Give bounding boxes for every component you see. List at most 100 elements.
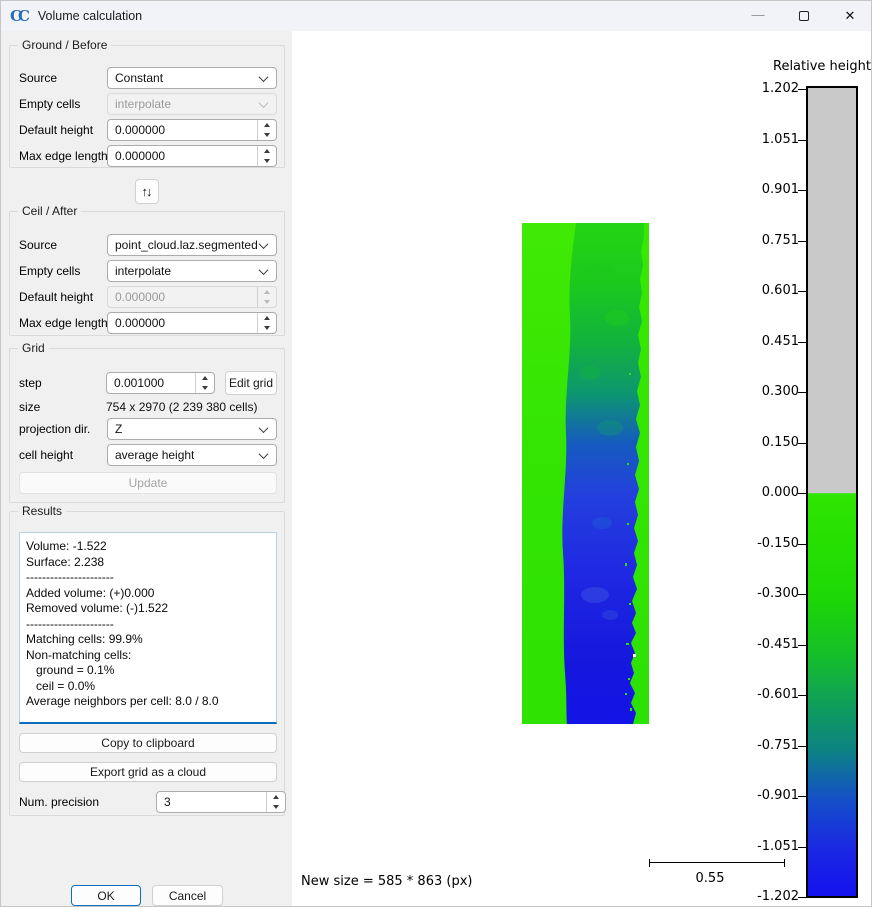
scale-bar [649,859,785,867]
edit-grid-button[interactable]: Edit grid [225,371,277,395]
colorbar-tick-label: -0.901 [729,788,799,804]
window-controls: — ✕ [735,1,872,31]
colorbar-tick-label: 1.051 [729,132,799,148]
ceil-default-height-value: 0.000000 [108,287,257,307]
chevron-down-icon [259,72,269,82]
ground-default-height-spinbox[interactable]: 0.000000 [107,119,277,141]
chevron-down-icon [259,449,269,459]
group-ground-before: Ground / Before Source Constant Empty ce… [9,45,285,168]
volume-calculation-dialog: CC Volume calculation — ✕ Ground / Befor… [0,0,872,907]
new-size-status-text: New size = 585 * 863 (px) [301,874,472,889]
colorbar-title: Relative height [773,59,871,74]
colorbar-tick-label: -1.051 [729,839,799,855]
colorbar-tick-mark [798,89,806,90]
grid-projection-select[interactable]: Z [107,418,277,440]
colorbar-gradient [806,86,858,898]
colorbar-tick-label: -0.601 [729,687,799,703]
render-viewport[interactable]: Relative height 1.2021.0510.9010.7510.60… [292,31,872,907]
grid-step-value: 0.001000 [107,373,195,393]
spin-up-icon [273,795,279,799]
grid-projection-value: Z [115,422,122,436]
spinner-buttons[interactable] [257,146,276,166]
ground-source-select[interactable]: Constant [107,67,277,89]
colorbar-tick-mark [798,897,806,898]
scale-bar-value: 0.55 [675,871,745,886]
colorbar-tick-label: 0.601 [729,283,799,299]
ceil-default-height-label: Default height [19,290,93,304]
spin-down-icon [273,805,279,809]
spinner-buttons[interactable] [257,313,276,333]
colorbar-tick-label: -0.451 [729,637,799,653]
chevron-down-icon [259,98,269,108]
colorbar-tick-label: 1.202 [729,81,799,97]
copy-to-clipboard-button[interactable]: Copy to clipboard [19,733,277,753]
spin-up-icon [202,376,208,380]
grid-cell-height-value: average height [115,448,194,462]
spin-up-icon [264,316,270,320]
group-ceil-after: Ceil / After Source point_cloud.laz.segm… [9,211,285,336]
colorbar-tick-mark [798,645,806,646]
colorbar-tick-label: 0.150 [729,435,799,451]
spinner-buttons [257,287,276,307]
results-textarea[interactable]: Volume: -1.522 Surface: 2.238 ----------… [19,532,277,724]
ceil-max-edge-spinbox[interactable]: 0.000000 [107,312,277,334]
ground-max-edge-value: 0.000000 [108,146,257,166]
ground-source-value: Constant [115,71,163,85]
swap-ground-ceil-button[interactable]: ↑↓ [135,179,159,204]
spin-down-icon [264,300,270,304]
group-results: Results Volume: -1.522 Surface: 2.238 --… [9,511,285,816]
colorbar-tick-mark [798,241,806,242]
spinner-buttons[interactable] [266,792,285,812]
colorbar-tick-mark [798,594,806,595]
grid-step-spinbox[interactable]: 0.001000 [106,372,215,394]
close-button[interactable]: ✕ [827,1,872,31]
export-grid-button[interactable]: Export grid as a cloud [19,762,277,782]
ground-default-height-value: 0.000000 [108,120,257,140]
ceil-empty-cells-label: Empty cells [19,264,80,278]
spin-down-icon [202,386,208,390]
colorbar-tick-label: 0.751 [729,233,799,249]
maximize-button[interactable] [781,1,827,31]
minimize-button[interactable]: — [735,1,781,31]
ground-empty-cells-label: Empty cells [19,97,80,111]
ceil-max-edge-label: Max edge length [19,316,108,330]
grid-projection-label: projection dir. [19,422,90,436]
num-precision-label: Num. precision [19,795,99,809]
grid-cell-height-select[interactable]: average height [107,444,277,466]
colorbar-tick-mark [798,847,806,848]
ceil-empty-cells-value: interpolate [115,264,171,278]
minimize-icon: — [752,7,765,22]
titlebar[interactable]: CC Volume calculation — ✕ [1,1,872,31]
spin-up-icon [264,123,270,127]
spinner-buttons[interactable] [195,373,214,393]
colorbar-tick-mark [798,443,806,444]
maximize-icon [799,11,809,21]
ceil-empty-cells-select[interactable]: interpolate [107,260,277,282]
ground-empty-cells-value: interpolate [115,97,171,111]
chevron-down-icon [259,239,269,249]
update-button: Update [19,472,277,494]
colorbar-tick-mark [798,291,806,292]
num-precision-value: 3 [157,792,266,812]
point-cloud-render [522,223,649,724]
swap-arrows-icon: ↑↓ [142,184,153,199]
ground-empty-cells-select: interpolate [107,93,277,115]
close-icon: ✕ [845,8,856,24]
colorbar-tick-label: 0.451 [729,334,799,350]
colorbar-tick-mark [798,342,806,343]
spinner-buttons[interactable] [257,120,276,140]
ground-max-edge-label: Max edge length [19,149,108,163]
spin-down-icon [264,133,270,137]
group-grid: Grid step 0.001000 Edit grid size 754 x … [9,348,285,503]
ceil-source-select[interactable]: point_cloud.laz.segmented [107,234,277,256]
num-precision-spinbox[interactable]: 3 [156,791,286,813]
ceil-source-label: Source [19,238,57,252]
group-ceil-title: Ceil / After [18,204,81,218]
cancel-button[interactable]: Cancel [152,885,223,906]
spin-down-icon [264,326,270,330]
ceil-default-height-spinbox: 0.000000 [107,286,277,308]
ok-button[interactable]: OK [71,885,141,906]
colorbar-tick-mark [798,746,806,747]
ground-max-edge-spinbox[interactable]: 0.000000 [107,145,277,167]
grid-size-label: size [19,400,40,414]
